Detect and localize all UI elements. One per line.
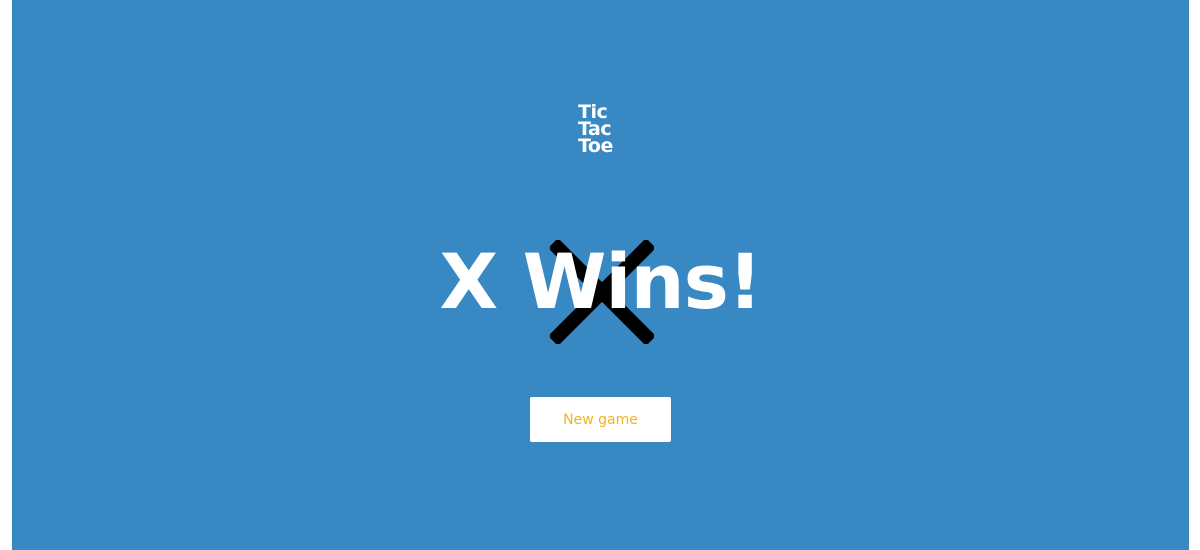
game-screen: Tic Tac Toe X Wins! New game — [12, 0, 1189, 550]
winner-title: X Wins! — [439, 237, 763, 326]
new-game-button[interactable]: New game — [530, 397, 671, 442]
app-logo: Tic Tac Toe — [578, 103, 638, 157]
winner-banner: X Wins! — [12, 228, 1189, 358]
logo-line-toe: Toe — [578, 135, 613, 157]
